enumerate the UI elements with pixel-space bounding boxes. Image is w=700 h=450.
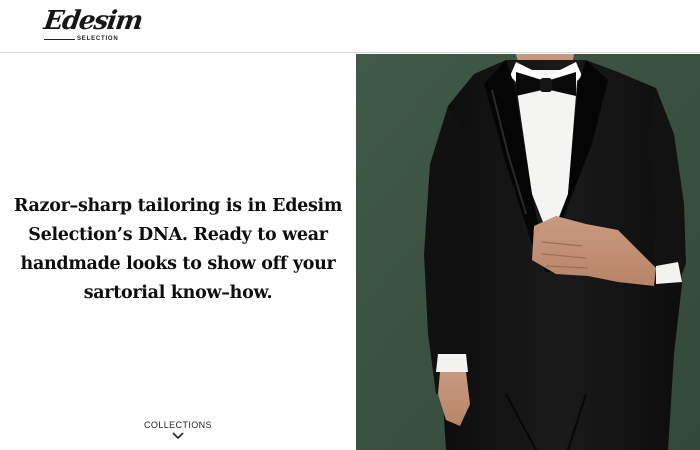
hero-text-panel: Razor–sharp tailoring is in Edesim Selec… [0, 54, 356, 450]
hero-image [356, 54, 700, 450]
tagline-line: Selection’s DNA. Ready to wear [28, 225, 328, 245]
chevron-down-icon [172, 432, 184, 440]
logo-wordmark: Edesim [41, 6, 144, 36]
left-cuff [436, 354, 468, 372]
right-cuff [656, 262, 682, 284]
site-header: Edesim SELECTION [0, 0, 700, 53]
logo-rule [44, 39, 75, 40]
tagline-line: handmade looks to show off your [20, 254, 336, 274]
tuxedo-model-illustration [356, 54, 700, 450]
logo-subtext: SELECTION [77, 36, 119, 42]
hero-tagline: Razor–sharp tailoring is in Edesim Selec… [0, 192, 356, 308]
collections-scroll-link[interactable]: COLLECTIONS [128, 420, 228, 450]
collections-label: COLLECTIONS [144, 420, 212, 430]
tagline-line: sartorial know–how. [83, 283, 273, 303]
bow-tie-knot [540, 78, 552, 92]
tagline-line: Razor–sharp tailoring is in Edesim [13, 196, 343, 216]
brand-logo[interactable]: Edesim SELECTION [40, 6, 144, 46]
